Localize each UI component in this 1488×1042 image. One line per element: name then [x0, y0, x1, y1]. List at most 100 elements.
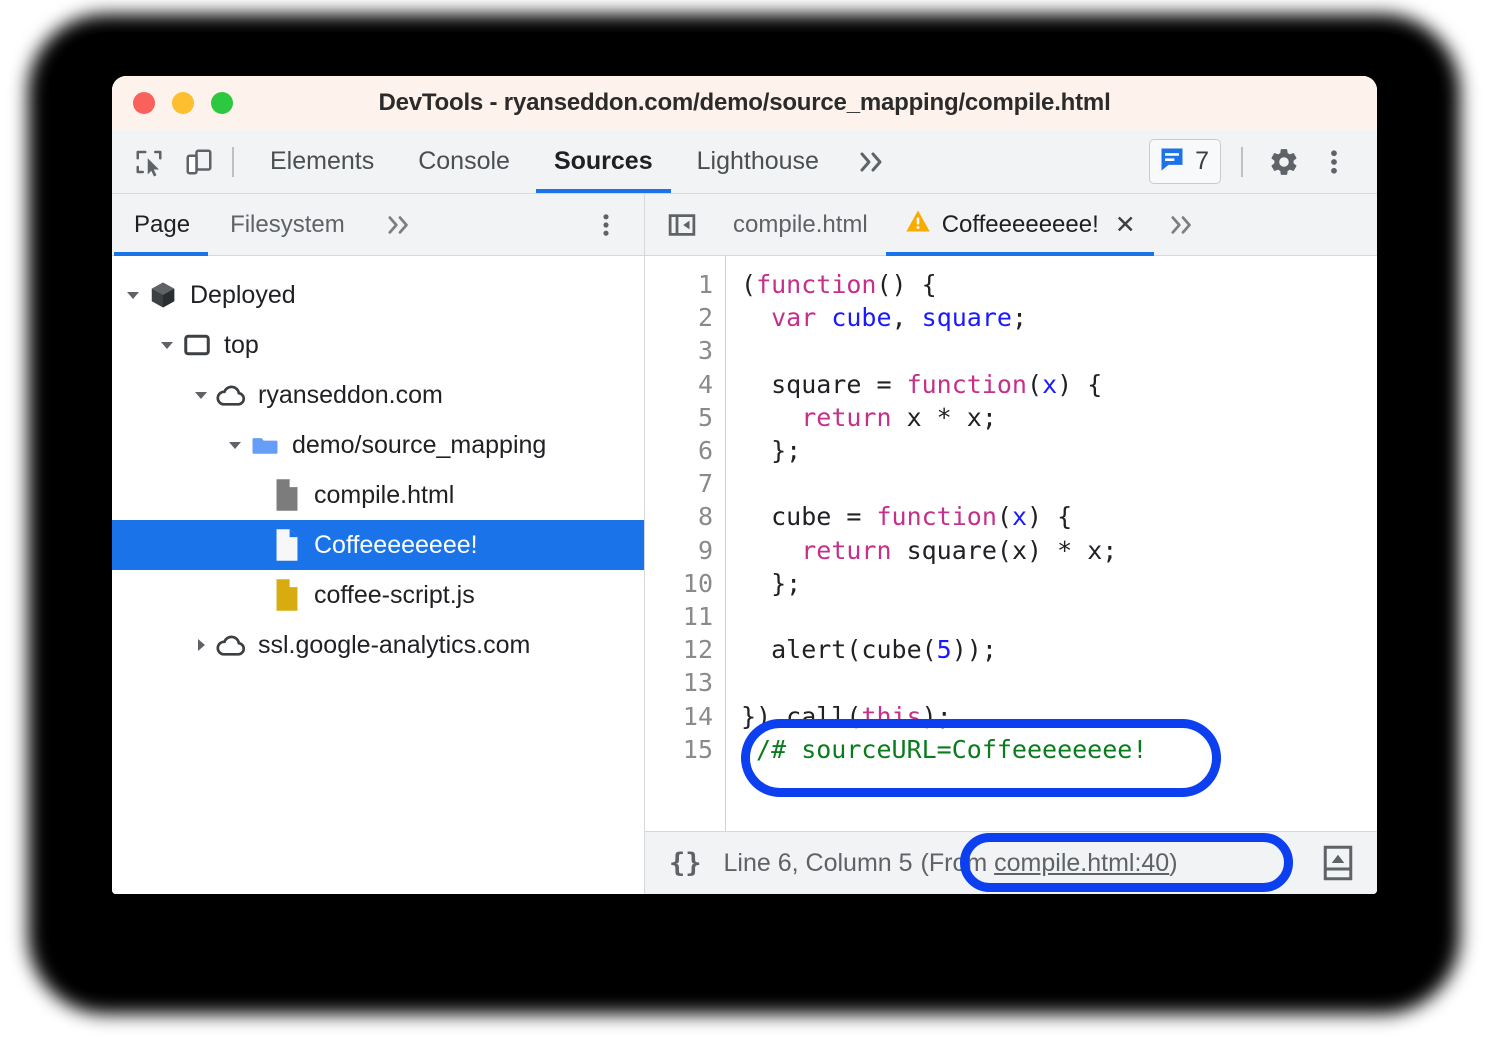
navigator-pane: Page Filesystem [112, 194, 645, 894]
show-drawer-icon[interactable] [1321, 845, 1355, 881]
tree-item-demo-source-mapping[interactable]: demo/source_mapping [112, 420, 644, 470]
code-token: ; [1012, 303, 1027, 332]
code-token: x * x; [892, 403, 997, 432]
tab-lighthouse[interactable]: Lighthouse [675, 130, 841, 193]
source-origin-prefix: (From [921, 849, 995, 877]
code-token: function [876, 502, 996, 531]
tree-item-ssl-google-analytics-com[interactable]: ssl.google-analytics.com [112, 620, 644, 670]
tab-sources[interactable]: Sources [532, 130, 675, 193]
kebab-menu-icon[interactable] [1311, 139, 1357, 185]
editor-tabbar: compile.html Coffeeeeeeee! ✕ [645, 194, 1377, 256]
twisty-expanded-icon[interactable] [154, 335, 180, 355]
document-gray-icon [270, 478, 304, 512]
device-toolbar-icon[interactable] [182, 145, 216, 179]
tree-item-top[interactable]: top [112, 320, 644, 370]
twisty-expanded-icon[interactable] [222, 435, 248, 455]
inspect-element-icon[interactable] [132, 145, 166, 179]
code-line [741, 467, 1377, 500]
tree-item-deployed[interactable]: Deployed [112, 270, 644, 320]
code-line: return square(x) * x; [741, 534, 1377, 567]
code-token: ( [741, 270, 756, 299]
code-token: x [1042, 370, 1057, 399]
code-token: return [801, 536, 891, 565]
tree-item-label: ryanseddon.com [258, 381, 443, 410]
tree-item-compile-html[interactable]: compile.html [112, 470, 644, 520]
toolbar-left-icons [112, 130, 216, 193]
line-number: 8 [645, 500, 713, 533]
tree-item-label: Deployed [190, 281, 296, 310]
gear-icon[interactable] [1261, 139, 1307, 185]
editor-more-tabs-chevron-double-right-icon[interactable] [1154, 194, 1212, 255]
line-number: 13 [645, 666, 713, 699]
close-icon[interactable]: ✕ [1115, 210, 1136, 240]
tree-item-coffee-script-js[interactable]: coffee-script.js [112, 570, 644, 620]
more-panels-chevron-double-right-icon[interactable] [841, 130, 905, 193]
nav-tab-filesystem[interactable]: Filesystem [210, 194, 365, 255]
code-editor[interactable]: 123456789101112131415 (function() { var … [645, 256, 1377, 831]
nav-tab-page[interactable]: Page [112, 194, 210, 255]
code-token: () { [876, 270, 936, 299]
tree-item-label: Coffeeeeeeee! [314, 531, 478, 560]
code-token: var [771, 303, 816, 332]
devtools-panel-tabs: Elements Console Sources Lighthouse [248, 130, 841, 193]
line-number: 3 [645, 334, 713, 367]
toolbar-right-icons: 7 [1149, 130, 1377, 193]
code-line: alert(cube(5)); [741, 633, 1377, 666]
line-number: 10 [645, 567, 713, 600]
tree-item-label: coffee-script.js [314, 581, 475, 610]
twisty-expanded-icon[interactable] [120, 285, 146, 305]
code-token: return [801, 403, 891, 432]
tree-item-label: ssl.google-analytics.com [258, 631, 530, 660]
line-number: 6 [645, 434, 713, 467]
zoom-window-button[interactable] [211, 92, 233, 114]
editor-tab-compile-html[interactable]: compile.html [715, 194, 886, 255]
tree-item-ryanseddon-com[interactable]: ryanseddon.com [112, 370, 644, 420]
code-token [816, 303, 831, 332]
code-token: alert(cube( [741, 635, 937, 664]
line-number: 14 [645, 700, 713, 733]
collapse-sidebar-icon[interactable] [645, 194, 715, 255]
navigator-kebab-menu-icon[interactable] [592, 194, 644, 255]
nav-more-tabs-chevron-double-right-icon[interactable] [365, 194, 435, 255]
twisty-expanded-icon[interactable] [188, 385, 214, 405]
code-token: ) { [1057, 370, 1102, 399]
window-title: DevTools - ryanseddon.com/demo/source_ma… [112, 89, 1377, 117]
code-line: var cube, square; [741, 301, 1377, 334]
code-line: (function() { [741, 268, 1377, 301]
tab-elements[interactable]: Elements [248, 130, 396, 193]
tab-console[interactable]: Console [396, 130, 532, 193]
code-token: cube [831, 303, 891, 332]
devtools-main-toolbar: Elements Console Sources Lighthouse [112, 130, 1377, 194]
code-token: }).call( [741, 702, 861, 731]
cursor-position: Line 6, Column 5 [724, 849, 913, 878]
code-line: return x * x; [741, 401, 1377, 434]
code-token: )); [952, 635, 997, 664]
code-token [741, 303, 771, 332]
code-token: ( [997, 502, 1012, 531]
code-token: 5 [937, 635, 952, 664]
twisty-collapsed-icon[interactable] [188, 635, 214, 655]
pretty-print-icon[interactable]: {} [669, 848, 702, 879]
tree-item-coffeeeeeeee[interactable]: Coffeeeeeeee! [112, 520, 644, 570]
code-line [741, 334, 1377, 367]
document-yellow-icon [270, 578, 304, 612]
close-window-button[interactable] [133, 92, 155, 114]
issues-button[interactable]: 7 [1149, 139, 1221, 184]
source-origin-link[interactable]: compile.html:40 [994, 849, 1169, 877]
code-token: cube = [741, 502, 876, 531]
tree-item-label: top [224, 331, 259, 360]
code-content[interactable]: (function() { var cube, square; square =… [726, 256, 1377, 831]
cloud-icon [214, 379, 248, 411]
code-token: square = [741, 370, 907, 399]
tree-item-label: demo/source_mapping [292, 431, 546, 460]
toolbar-divider-right [1241, 147, 1243, 177]
editor-pane: compile.html Coffeeeeeeee! ✕ [645, 194, 1377, 894]
line-number-gutter: 123456789101112131415 [645, 256, 726, 831]
code-line [741, 666, 1377, 699]
editor-tab-coffeeeeeeee[interactable]: Coffeeeeeeee! ✕ [886, 194, 1154, 255]
code-token: ( [1027, 370, 1042, 399]
minimize-window-button[interactable] [172, 92, 194, 114]
code-token [741, 403, 801, 432]
code-line: square = function(x) { [741, 368, 1377, 401]
code-line: }; [741, 434, 1377, 467]
